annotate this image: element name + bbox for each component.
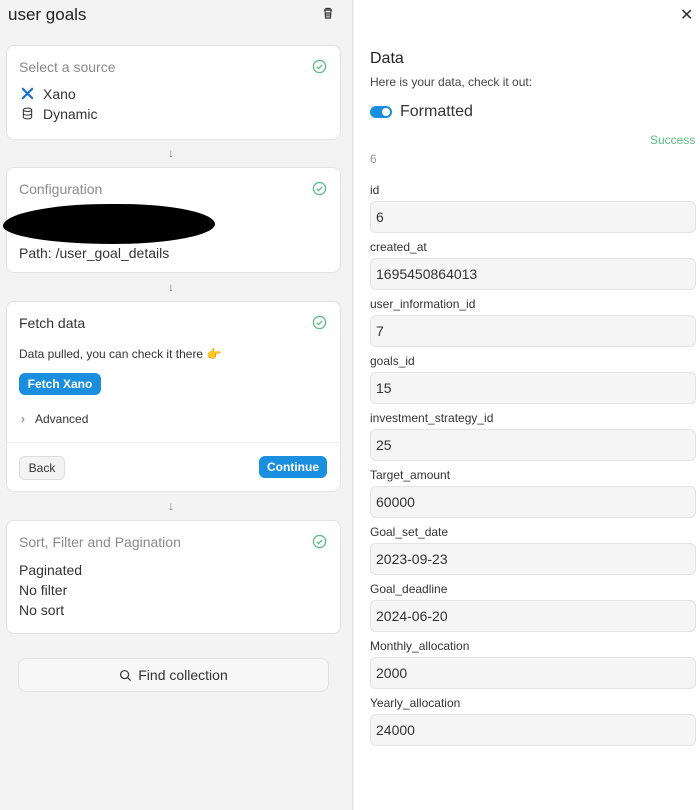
xano-icon [21,87,34,100]
arrow-down-icon: ↓ [168,280,174,294]
left-panel: user goals Select a source Xano Dynamic … [0,0,353,810]
source-card[interactable]: Select a source Xano Dynamic [6,45,341,140]
advanced-toggle[interactable]: Advanced [35,412,88,426]
fetch-xano-button[interactable]: Fetch Xano [19,373,101,395]
field-value[interactable]: 60000 [370,486,696,518]
find-collection-label: Find collection [138,667,228,683]
find-collection-button[interactable]: Find collection [18,658,329,692]
fetch-data-card[interactable]: Fetch data Data pulled, you can check it… [6,301,341,492]
arrow-down-icon: ↓ [168,146,174,160]
check-circle-icon [312,534,327,549]
database-icon [22,107,33,120]
fetch-card-title: Fetch data [19,315,86,331]
filter-status: No filter [19,582,68,598]
status-badge: Success [650,133,696,147]
field-label: user_information_id [370,297,476,311]
data-panel-title: Data [370,50,404,67]
redaction-mark [3,204,215,244]
configuration-card-title: Configuration [19,181,103,197]
config-path: Path: /user_goal_details [19,245,170,261]
check-circle-icon [312,315,327,330]
search-icon [120,669,132,681]
field-label: Goal_deadline [370,582,448,596]
field-label: id [370,183,380,197]
field-value[interactable]: 24000 [370,714,696,746]
close-icon[interactable]: ✕ [680,5,693,25]
field-value[interactable]: 1695450864013 [370,258,696,290]
data-panel: ✕ Data Here is your data, check it out: … [354,0,700,810]
collection-title[interactable]: user goals [8,5,86,25]
check-circle-icon [312,59,327,74]
trash-icon[interactable] [321,6,335,20]
field-label: investment_strategy_id [370,411,494,425]
field-value[interactable]: 7 [370,315,696,347]
back-button[interactable]: Back [19,456,65,480]
field-label: Goal_set_date [370,525,449,539]
pagination-status: Paginated [19,562,83,578]
check-circle-icon [312,181,327,196]
divider [7,442,340,443]
field-value[interactable]: 15 [370,372,696,404]
field-label: Target_amount [370,468,451,482]
source-mode: Dynamic [43,106,98,122]
source-card-title: Select a source [19,59,116,75]
field-label: created_at [370,240,427,254]
formatted-label: Formatted [400,103,473,120]
field-label: Yearly_allocation [370,696,461,710]
record-count: 6 [370,152,377,166]
formatted-toggle[interactable] [370,106,392,118]
field-value[interactable]: 25 [370,429,696,461]
field-value[interactable]: 2023-09-23 [370,543,696,575]
sort-filter-card[interactable]: Sort, Filter and Pagination Paginated No… [6,520,341,634]
data-panel-subtitle: Here is your data, check it out: [370,75,533,89]
chevron-right-icon[interactable]: › [21,412,25,426]
field-value[interactable]: 2000 [370,657,696,689]
field-label: Monthly_allocation [370,639,470,653]
sort-card-title: Sort, Filter and Pagination [19,534,181,550]
field-label: goals_id [370,354,415,368]
arrow-down-icon: ↓ [168,499,174,513]
fetch-message: Data pulled, you can check it there 👉 [19,347,222,361]
continue-button[interactable]: Continue [259,456,327,478]
source-name: Xano [43,86,76,102]
field-value[interactable]: 2024-06-20 [370,600,696,632]
sort-status: No sort [19,602,65,618]
field-value[interactable]: 6 [370,201,696,233]
